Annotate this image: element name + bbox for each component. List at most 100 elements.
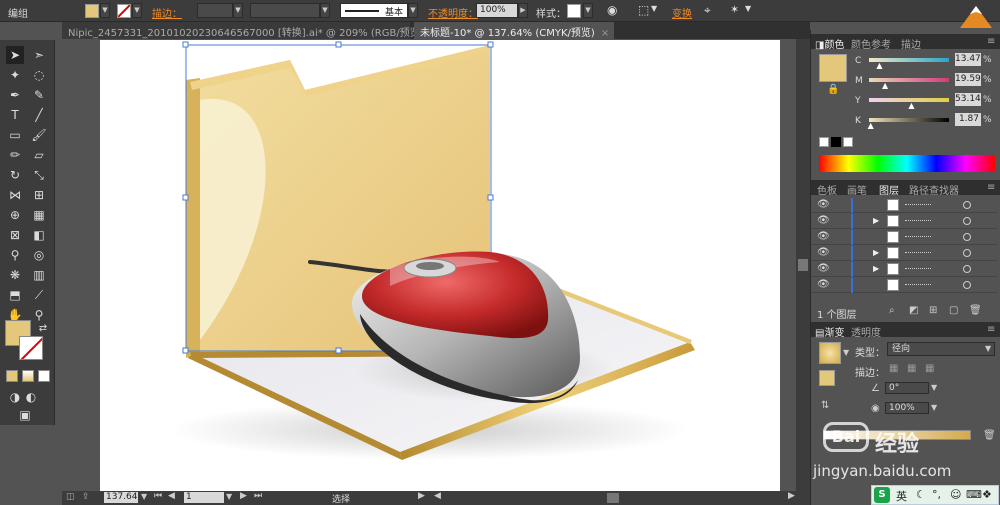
emoji-icon[interactable]: ☺ bbox=[950, 488, 961, 501]
arrange-dropdown-icon[interactable]: ▼ bbox=[745, 4, 751, 13]
ime-language-label[interactable]: 英 bbox=[896, 488, 907, 504]
align-icon[interactable]: ⬚ bbox=[638, 3, 649, 17]
slider-handle-icon[interactable]: ▲ bbox=[882, 81, 888, 90]
selection-tool-icon[interactable]: ➤ bbox=[6, 46, 24, 64]
reverse-gradient-icon[interactable]: ⇅ bbox=[821, 400, 829, 411]
target-circle-icon[interactable] bbox=[963, 265, 971, 273]
expand-arrow-icon[interactable]: ▶ bbox=[873, 248, 879, 257]
eyedropper-icon[interactable]: ⚲ bbox=[6, 246, 24, 264]
artboard-number-input[interactable]: 1 bbox=[184, 492, 224, 503]
tab-document-1[interactable]: Nipic_2457331_20101020230646567000 [转换].… bbox=[62, 22, 438, 39]
zoom-dropdown-icon[interactable]: ▼ bbox=[141, 492, 147, 501]
tab-color[interactable]: ◨颜色 bbox=[815, 36, 844, 51]
variable-width-dropdown-icon[interactable]: ▼ bbox=[320, 3, 330, 18]
slider-handle-icon[interactable]: ▲ bbox=[908, 101, 914, 110]
swap-colors-icon[interactable]: ⇄ bbox=[34, 320, 52, 338]
new-layer-icon[interactable]: ▢ bbox=[949, 305, 958, 316]
selection-indicator[interactable] bbox=[981, 233, 989, 241]
tab-brushes[interactable]: 画笔 bbox=[847, 182, 867, 197]
line-tool-icon[interactable]: ╱ bbox=[30, 106, 48, 124]
visibility-eye-icon[interactable]: 👁 bbox=[817, 263, 830, 274]
target-circle-icon[interactable] bbox=[963, 201, 971, 209]
locate-object-icon[interactable]: ⌕ bbox=[889, 305, 895, 316]
first-artboard-icon[interactable]: ⏮ bbox=[154, 491, 162, 501]
channel-slider[interactable] bbox=[869, 118, 949, 122]
selection-indicator[interactable] bbox=[981, 201, 989, 209]
tab-gradient[interactable]: ▤渐变 bbox=[815, 324, 844, 339]
moon-icon[interactable]: ☾ bbox=[916, 488, 926, 501]
visibility-eye-icon[interactable]: 👁 bbox=[817, 231, 830, 242]
stroke-color-box[interactable] bbox=[19, 336, 43, 360]
scroll-right-icon[interactable]: ▶ bbox=[788, 491, 795, 501]
gradient-preview[interactable] bbox=[819, 342, 841, 364]
visibility-eye-icon[interactable]: 👁 bbox=[817, 247, 830, 258]
panel-menu-icon[interactable]: ≡ bbox=[987, 36, 995, 47]
scroll-left-icon[interactable]: ◀ bbox=[434, 491, 441, 501]
lock-toggle-icon[interactable] bbox=[833, 232, 845, 242]
tab-document-2[interactable]: 未标题-10* @ 137.64% (CMYK/预览) × bbox=[414, 22, 614, 39]
vertical-scrollbar[interactable] bbox=[796, 39, 810, 491]
last-artboard-icon[interactable]: ⏭ bbox=[254, 491, 262, 501]
recolor-icon[interactable]: ◉ bbox=[607, 3, 617, 17]
lock-toggle-icon[interactable] bbox=[833, 200, 845, 210]
prev-artboard-icon[interactable]: ◀ bbox=[168, 491, 175, 501]
artboard-dropdown-icon[interactable]: ▼ bbox=[226, 492, 232, 501]
tab-layers[interactable]: 图层 bbox=[879, 182, 899, 197]
stroke-label[interactable]: 描边： bbox=[152, 5, 182, 20]
gradient-preset-dropdown-icon[interactable]: ▼ bbox=[843, 348, 849, 357]
delete-layer-icon[interactable]: 🗑 bbox=[969, 305, 982, 316]
layer-row[interactable]: 👁 bbox=[811, 230, 997, 245]
tab-swatches[interactable]: 色板 bbox=[817, 182, 837, 197]
symbol-sprayer-icon[interactable]: ❋ bbox=[6, 266, 24, 284]
type-tool-icon[interactable]: T bbox=[6, 106, 24, 124]
none-mode-icon[interactable] bbox=[38, 370, 50, 382]
gradient-type-select[interactable]: 径向 bbox=[887, 342, 995, 356]
align-dropdown-icon[interactable]: ▼ bbox=[651, 4, 657, 13]
gradient-tool-icon[interactable]: ◧ bbox=[30, 226, 48, 244]
new-sublayer-icon[interactable]: ⊞ bbox=[929, 305, 937, 316]
curvature-tool-icon[interactable]: ✎ bbox=[30, 86, 48, 104]
variable-width-field[interactable] bbox=[250, 3, 320, 18]
slice-tool-icon[interactable]: ⟋ bbox=[30, 286, 48, 304]
stroke-weight-dropdown-icon[interactable]: ▼ bbox=[233, 3, 243, 18]
pencil-icon[interactable]: ✏ bbox=[6, 146, 24, 164]
channel-value-input[interactable]: 53.14 bbox=[955, 93, 981, 106]
channel-value-input[interactable]: 19.59 bbox=[955, 73, 981, 86]
graphic-style-swatch[interactable] bbox=[567, 4, 581, 18]
status-menu-icon[interactable]: ▶ bbox=[418, 491, 425, 501]
folder-mouse-artwork[interactable] bbox=[100, 40, 780, 492]
layer-row[interactable]: 👁 bbox=[811, 198, 997, 213]
rectangle-tool-icon[interactable]: ▭ bbox=[6, 126, 24, 144]
selection-indicator[interactable] bbox=[981, 217, 989, 225]
tab-pathfinder[interactable]: 路径查找器 bbox=[909, 182, 959, 197]
delete-stop-icon[interactable]: 🗑 bbox=[983, 430, 996, 441]
white-color-icon[interactable] bbox=[843, 137, 853, 147]
lock-toggle-icon[interactable] bbox=[833, 248, 845, 258]
arrange-icon[interactable]: ✶ bbox=[730, 3, 739, 16]
panel-menu-icon[interactable]: ≡ bbox=[987, 182, 995, 193]
eraser-icon[interactable]: ▱ bbox=[30, 146, 48, 164]
keyboard-icon[interactable]: ⌨ bbox=[966, 488, 982, 501]
gradient-mode-icon[interactable] bbox=[22, 370, 34, 382]
expand-arrow-icon[interactable]: ▶ bbox=[873, 264, 879, 273]
mesh-tool-icon[interactable]: ⊠ bbox=[6, 226, 24, 244]
none-color-icon[interactable] bbox=[819, 137, 829, 147]
opacity-dropdown-icon[interactable]: ▶ bbox=[518, 3, 528, 18]
tab-stroke[interactable]: 描边 bbox=[901, 36, 921, 51]
zoom-input[interactable]: 137.64 bbox=[104, 492, 138, 503]
aspect-ratio-input[interactable]: 100% bbox=[885, 402, 929, 414]
angle-dropdown-icon[interactable]: ▼ bbox=[931, 383, 937, 392]
selection-indicator[interactable] bbox=[981, 265, 989, 273]
opacity-label[interactable]: 不透明度： bbox=[428, 5, 478, 20]
color-fill-preview[interactable] bbox=[819, 54, 847, 82]
graph-tool-icon[interactable]: ▥ bbox=[30, 266, 48, 284]
visibility-eye-icon[interactable]: 👁 bbox=[817, 199, 830, 210]
gradient-stroke-swatch[interactable] bbox=[819, 370, 835, 386]
aspect-ratio-dropdown-icon[interactable]: ▼ bbox=[931, 403, 937, 412]
layer-row[interactable]: 👁 bbox=[811, 278, 997, 293]
stroke-along-icon[interactable]: ▦ bbox=[907, 363, 916, 374]
target-circle-icon[interactable] bbox=[963, 233, 971, 241]
channel-value-input[interactable]: 1.87 bbox=[955, 113, 981, 126]
color-mode-icon[interactable] bbox=[6, 370, 18, 382]
blend-tool-icon[interactable]: ◎ bbox=[30, 246, 48, 264]
